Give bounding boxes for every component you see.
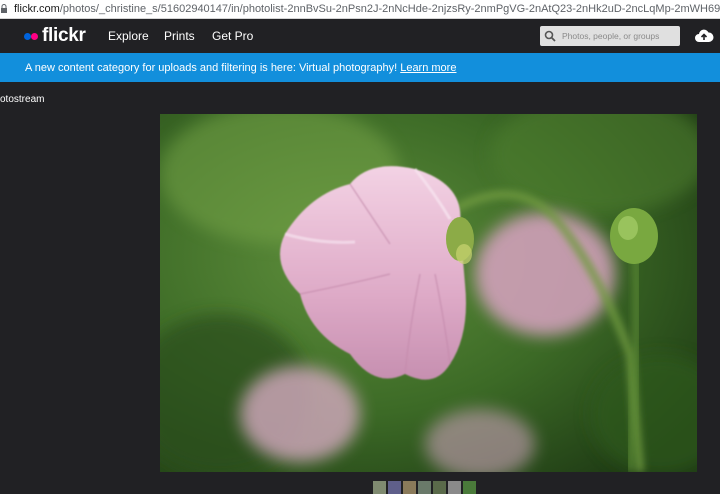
logo-pink-dot [31, 32, 38, 40]
flickr-logo[interactable]: flickr [24, 25, 86, 46]
cloud-upload-icon[interactable] [694, 28, 714, 44]
search-box[interactable]: Photos, people, or groups [540, 26, 680, 46]
url-path: /photos/_christine_s/51602940147/in/phot… [59, 3, 720, 15]
top-navigation: flickr Explore Prints Get Pro Photos, pe… [0, 19, 720, 53]
search-input[interactable]: Photos, people, or groups [562, 31, 659, 41]
browser-address-bar[interactable]: flickr.com/photos/_christine_s/516029401… [0, 0, 720, 19]
filmstrip-thumbnail[interactable] [403, 481, 416, 494]
banner-message: A new content category for uploads and f… [25, 61, 398, 74]
filmstrip-thumbnail[interactable] [373, 481, 386, 494]
search-icon[interactable] [540, 30, 560, 42]
filmstrip-thumbnail[interactable] [433, 481, 446, 494]
filmstrip-thumbnail[interactable] [448, 481, 461, 494]
back-to-photostream-link[interactable]: otostream [0, 94, 44, 105]
lock-icon [0, 0, 8, 18]
nav-link-prints[interactable]: Prints [164, 29, 195, 43]
nav-link-explore[interactable]: Explore [108, 29, 149, 43]
banner-message-wrap: A new content category for uploads and f… [25, 62, 456, 74]
main-photo[interactable] [160, 114, 697, 472]
url-domain: flickr.com [14, 3, 60, 15]
filmstrip-thumbnail[interactable] [418, 481, 431, 494]
nav-link-get-pro[interactable]: Get Pro [212, 29, 253, 43]
learn-more-link[interactable]: Learn more [400, 62, 456, 74]
filmstrip-thumbnail[interactable] [463, 481, 476, 494]
photo-filmstrip [373, 481, 476, 494]
announcement-banner: A new content category for uploads and f… [0, 53, 720, 82]
url-text[interactable]: flickr.com/photos/_christine_s/516029401… [14, 3, 720, 15]
logo-wordmark: flickr [42, 25, 86, 46]
filmstrip-thumbnail[interactable] [388, 481, 401, 494]
logo-blue-dot [24, 32, 31, 40]
